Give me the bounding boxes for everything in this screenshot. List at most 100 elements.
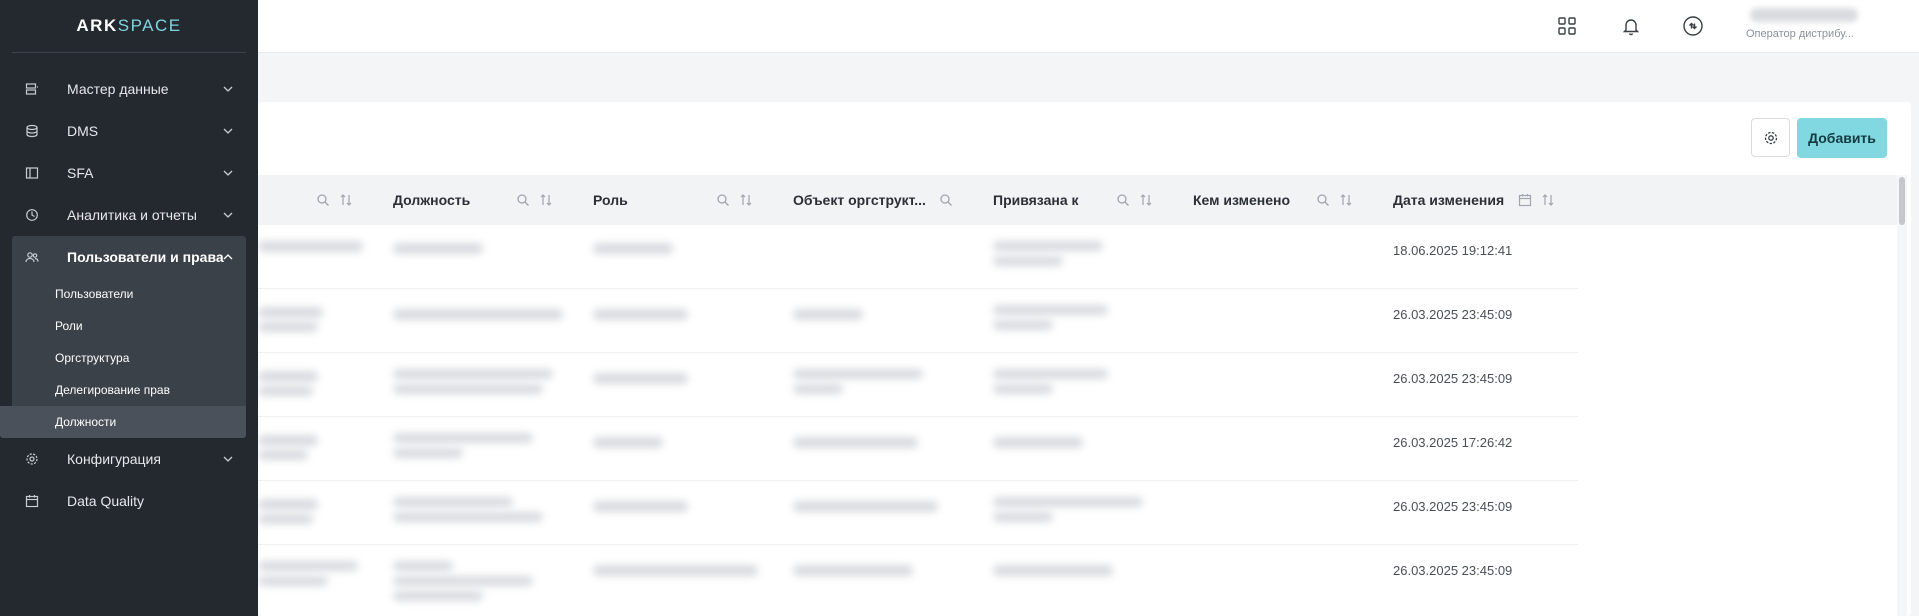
redacted-cell xyxy=(993,305,1108,315)
redacted-cell xyxy=(993,256,1063,266)
redacted-cell xyxy=(793,384,843,394)
table-settings-button[interactable] xyxy=(1751,118,1790,157)
sidebar-subitem-roles[interactable]: Роли xyxy=(0,310,246,342)
sidebar-item-master-data[interactable]: Мастер данные xyxy=(0,68,258,110)
redacted-cell xyxy=(258,514,313,524)
redacted-cell xyxy=(993,384,1053,394)
table-row[interactable]: 26.03.2025 23:45:09 xyxy=(258,289,1578,353)
sidebar-submenu: Пользователи Роли Оргструктура Делегиров… xyxy=(0,278,246,438)
redacted-cell xyxy=(993,320,1053,330)
sort-icon[interactable] xyxy=(1138,192,1154,208)
search-icon[interactable] xyxy=(515,192,531,208)
gear-icon xyxy=(25,452,39,466)
add-button[interactable]: Добавить xyxy=(1797,118,1887,158)
sort-icon[interactable] xyxy=(338,192,354,208)
redacted-cell xyxy=(993,512,1053,522)
sidebar-subitem-users[interactable]: Пользователи xyxy=(0,278,246,310)
redacted-cell xyxy=(258,435,318,446)
sidebar-item-label: Пользователи и права xyxy=(67,249,224,265)
calendar-icon xyxy=(25,494,39,508)
redacted-cell xyxy=(393,433,533,443)
redacted-cell xyxy=(258,371,318,382)
search-icon[interactable] xyxy=(1315,192,1331,208)
logo: ARK SPACE xyxy=(0,0,258,52)
search-icon[interactable] xyxy=(938,192,954,208)
sidebar: ARK SPACE Мастер данные DMS SFA Аналитик… xyxy=(0,0,258,616)
redacted-cell xyxy=(393,512,543,522)
sidebar-subitem-positions[interactable]: Должности xyxy=(0,406,246,438)
redacted-cell xyxy=(258,241,363,252)
redacted-cell xyxy=(258,576,328,586)
sort-icon[interactable] xyxy=(1338,192,1354,208)
sidebar-item-dms[interactable]: DMS xyxy=(0,110,258,152)
redacted-cell xyxy=(993,565,1113,576)
chevron-down-icon xyxy=(223,86,233,92)
redacted-cell xyxy=(793,369,923,379)
sidebar-item-label: Аналитика и отчеты xyxy=(67,207,197,223)
column-header-modified-date: Дата изменения xyxy=(1393,192,1505,208)
sidebar-item-label: DMS xyxy=(67,123,99,139)
table-row[interactable]: 26.03.2025 23:45:09 xyxy=(258,353,1578,417)
sidebar-subitem-org-structure[interactable]: Оргструктура xyxy=(0,342,246,374)
sidebar-item-configuration[interactable]: Конфигурация xyxy=(0,438,258,480)
sort-icon[interactable] xyxy=(1540,192,1556,208)
redacted-cell xyxy=(258,386,313,396)
search-icon[interactable] xyxy=(1115,192,1131,208)
redacted-cell xyxy=(393,497,513,507)
sidebar-item-sfa[interactable]: SFA xyxy=(0,152,258,194)
master-data-icon xyxy=(25,82,39,96)
sidebar-item-users-rights[interactable]: Пользователи и права xyxy=(12,236,246,278)
redacted-cell xyxy=(793,501,938,512)
redacted-cell xyxy=(393,309,563,320)
user-menu[interactable]: Оператор дистрибу... xyxy=(1746,8,1919,46)
search-icon[interactable] xyxy=(315,192,331,208)
redacted-cell xyxy=(393,384,543,394)
table-row[interactable]: 18.06.2025 19:12:41 xyxy=(258,225,1578,289)
chevron-down-icon xyxy=(223,456,233,462)
sidebar-subitem-delegation[interactable]: Делегирование прав xyxy=(0,374,246,406)
calendar-icon[interactable] xyxy=(1517,192,1533,208)
sidebar-item-analytics[interactable]: Аналитика и отчеты xyxy=(0,194,258,236)
redacted-cell xyxy=(593,501,688,512)
redacted-cell xyxy=(393,448,463,458)
logo-part-2: SPACE xyxy=(117,16,182,35)
column-header-modified-by: Кем изменено xyxy=(1193,192,1291,208)
bell-icon[interactable] xyxy=(1619,14,1643,38)
redacted-cell xyxy=(593,243,673,254)
sidebar-group-users: Пользователи и права Пользователи Роли О… xyxy=(0,236,246,438)
table-row[interactable]: 26.03.2025 17:26:42 xyxy=(258,417,1578,481)
sidebar-subitem-label: Пользователи xyxy=(55,287,134,301)
sidebar-subitem-label: Оргструктура xyxy=(55,351,130,365)
sync-icon[interactable] xyxy=(1681,14,1705,38)
modified-date-cell: 26.03.2025 23:45:09 xyxy=(1393,499,1513,514)
scrollbar-thumb[interactable] xyxy=(1899,177,1905,225)
chevron-down-icon xyxy=(223,170,233,176)
redacted-cell xyxy=(793,309,863,320)
modified-date-cell: 26.03.2025 23:45:09 xyxy=(1393,371,1513,386)
column-header-org-object: Объект оргструкт... xyxy=(793,192,926,208)
sidebar-item-label: Мастер данные xyxy=(67,81,169,97)
apps-grid-icon[interactable] xyxy=(1555,14,1579,38)
redacted-cell xyxy=(593,437,663,448)
search-icon[interactable] xyxy=(715,192,731,208)
column-header-position: Должность xyxy=(393,192,471,208)
table-row[interactable]: 26.03.2025 23:45:09 xyxy=(258,481,1578,545)
column-header-role: Роль xyxy=(593,192,628,208)
chevron-up-icon xyxy=(223,254,233,260)
sidebar-subitem-label: Роли xyxy=(55,319,83,333)
table-row[interactable]: 26.03.2025 23:45:09 xyxy=(258,545,1578,609)
sort-icon[interactable] xyxy=(738,192,754,208)
sidebar-item-data-quality[interactable]: Data Quality xyxy=(0,480,258,522)
modified-date-cell: 18.06.2025 19:12:41 xyxy=(1393,243,1513,258)
redacted-cell xyxy=(393,576,533,586)
sort-icon[interactable] xyxy=(538,192,554,208)
analytics-icon xyxy=(25,208,39,222)
redacted-cell xyxy=(793,565,913,576)
redacted-cell xyxy=(593,565,758,576)
redacted-cell xyxy=(258,307,323,318)
gear-icon xyxy=(1764,131,1777,144)
topbar: Оператор дистрибу... xyxy=(258,0,1919,53)
positions-card: Добавить Должность Роль Объект оргструкт… xyxy=(258,102,1911,616)
table-scrollbar[interactable] xyxy=(1897,175,1907,616)
redacted-cell xyxy=(993,497,1143,507)
